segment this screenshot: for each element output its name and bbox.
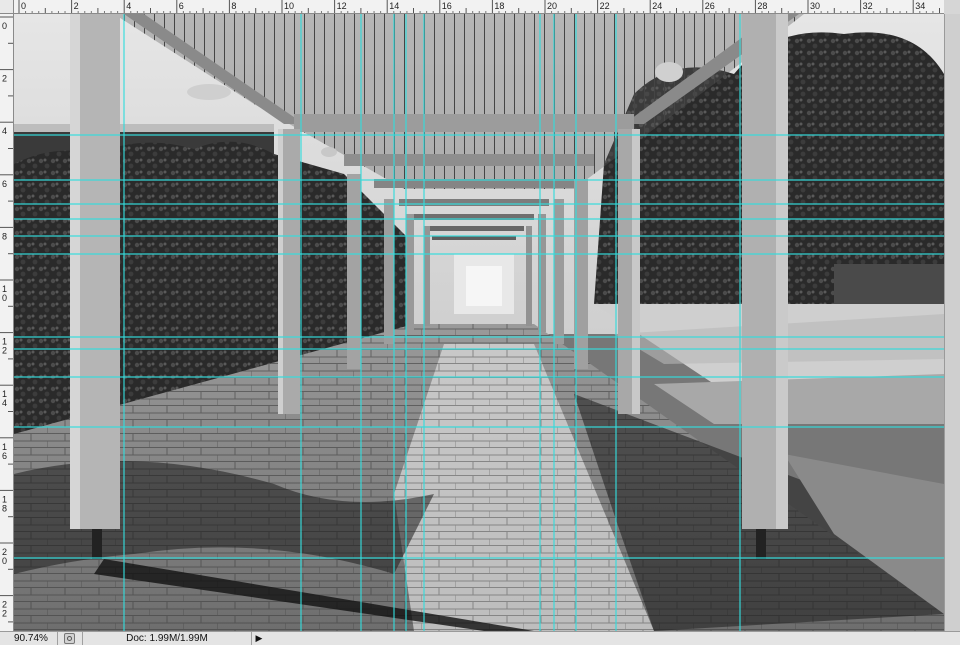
- ruler-label: 20: [547, 1, 557, 11]
- document-status-icon[interactable]: [64, 633, 75, 644]
- ruler-label: 8: [2, 231, 7, 241]
- ruler-label: 2: [2, 74, 7, 84]
- ruler-label: 24: [652, 1, 662, 11]
- ruler-label: 10: [284, 1, 294, 11]
- ruler-label: 30: [810, 1, 820, 11]
- ruler-label: 12: [337, 1, 347, 11]
- document-size-info[interactable]: Doc: 1.99M/1.99M: [82, 632, 252, 645]
- ruler-label: 34: [915, 1, 925, 11]
- ruler-label: 0: [2, 293, 7, 303]
- vertical-ruler[interactable]: 0246810121416182022: [0, 14, 14, 631]
- ruler-label: 32: [863, 1, 873, 11]
- ruler-origin[interactable]: [0, 0, 14, 14]
- walkway-photo: [14, 14, 944, 631]
- ruler-label: 14: [389, 1, 399, 11]
- ruler-label: 4: [126, 1, 131, 11]
- horizontal-ruler[interactable]: 0 2 4 6 8 10 12 14 16 18 20 22 24 26 28 30 32 34: [14, 0, 944, 14]
- canvas-scroll-gutter[interactable]: [944, 14, 960, 631]
- ruler-label: 2: [74, 1, 79, 11]
- ruler-label: 8: [231, 1, 236, 11]
- ruler-label: 2: [2, 609, 7, 619]
- ruler-label: 6: [2, 451, 7, 461]
- ruler-label: 16: [442, 1, 452, 11]
- ruler-label: 22: [600, 1, 610, 11]
- ruler-label: 6: [179, 1, 184, 11]
- zoom-level-field[interactable]: 90.74%: [2, 632, 58, 645]
- document-canvas[interactable]: [14, 14, 944, 631]
- ruler-label: 28: [757, 1, 767, 11]
- ruler-label: 8: [2, 503, 7, 513]
- status-bar: 90.74% Doc: 1.99M/1.99M ▶: [0, 631, 960, 645]
- ruler-label: 4: [2, 398, 7, 408]
- ruler-label: 0: [2, 556, 7, 566]
- status-menu-arrow-icon[interactable]: ▶: [254, 632, 264, 645]
- ruler-label: 0: [2, 21, 7, 31]
- ruler-label: 0: [21, 1, 26, 11]
- ruler-label: 18: [494, 1, 504, 11]
- ruler-label: 6: [2, 179, 7, 189]
- ruler-label: 2: [2, 346, 7, 356]
- ruler-label: 26: [705, 1, 715, 11]
- ruler-label: 4: [2, 126, 7, 136]
